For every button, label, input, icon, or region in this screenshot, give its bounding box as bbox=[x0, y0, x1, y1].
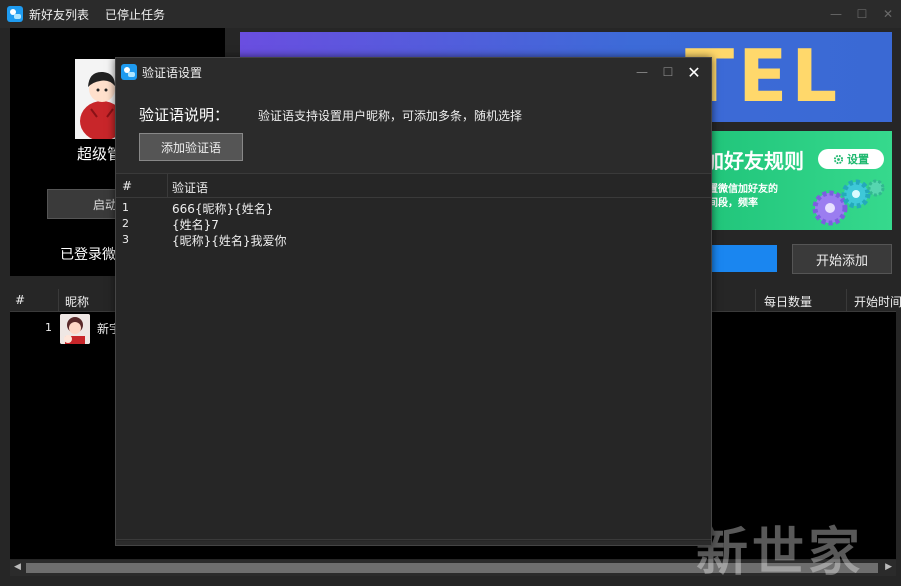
window-title: 新好友列表 bbox=[29, 7, 90, 22]
dialog-close-button[interactable]: ✕ bbox=[681, 58, 707, 86]
column-header-num[interactable]: # bbox=[15, 293, 25, 307]
dialog-title: 验证语设置 bbox=[142, 65, 203, 80]
scroll-right-icon[interactable]: ▶ bbox=[885, 562, 892, 572]
column-header-start-time[interactable]: 开始时间 bbox=[854, 293, 901, 310]
dialog-footer-divider bbox=[116, 539, 711, 545]
dialog-maximize-button[interactable]: ☐ bbox=[655, 58, 681, 86]
row-message: {昵称}{姓名}我爱你 bbox=[172, 234, 287, 248]
column-header-message[interactable]: 验证语 bbox=[172, 179, 208, 196]
description-label: 验证语说明： bbox=[139, 106, 230, 124]
gears-illustration-icon bbox=[812, 179, 885, 226]
watermark: 新世家 bbox=[696, 523, 865, 583]
dialog-title-bar: 验证语设置 — ☐ ✕ bbox=[116, 58, 711, 86]
settings-button[interactable]: 设置 bbox=[818, 149, 884, 169]
table-row[interactable]: 2 {姓名}7 bbox=[116, 216, 711, 232]
verification-message-dialog: 验证语设置 — ☐ ✕ 验证语说明： 验证语支持设置用户昵称，可添加多条，随机选… bbox=[115, 57, 712, 546]
row-message: 666{昵称}{姓名} bbox=[172, 202, 274, 216]
dialog-minimize-button[interactable]: — bbox=[629, 58, 655, 86]
banner-subtitle-1: 置微信加好友的 bbox=[708, 184, 778, 195]
minimize-button[interactable]: — bbox=[823, 0, 849, 28]
banner-title: 加好友规则 bbox=[704, 149, 804, 173]
add-verification-button[interactable]: 添加验证语 bbox=[139, 133, 243, 161]
gear-icon bbox=[833, 154, 844, 164]
avatar bbox=[60, 314, 90, 344]
title-bar: 新好友列表 已停止任务 — ☐ ✕ bbox=[0, 0, 901, 28]
start-add-button[interactable]: 开始添加 bbox=[792, 244, 892, 274]
blue-action-button[interactable] bbox=[705, 245, 777, 272]
app-logo-icon bbox=[121, 64, 137, 80]
row-number: 2 bbox=[122, 217, 129, 230]
column-header-num[interactable]: # bbox=[122, 179, 132, 193]
description-text: 验证语支持设置用户昵称，可添加多条，随机选择 bbox=[258, 109, 523, 123]
scroll-left-icon[interactable]: ◀ bbox=[14, 562, 21, 572]
maximize-button[interactable]: ☐ bbox=[849, 0, 875, 28]
settings-button-label: 设置 bbox=[847, 153, 869, 166]
column-header-daily-count[interactable]: 每日数量 bbox=[764, 293, 812, 310]
table-row[interactable]: 3 {昵称}{姓名}我爱你 bbox=[116, 232, 711, 248]
main-window: 新好友列表 已停止任务 — ☐ ✕ 超级管 启动 已登录微 TEL 加好友规则 … bbox=[0, 0, 901, 586]
add-friend-rules-banner[interactable]: 加好友规则 置微信加好友的 间段，频率 设置 bbox=[700, 131, 892, 230]
banner-subtitle-2: 间段，频率 bbox=[708, 198, 758, 209]
table-row[interactable]: 1 666{昵称}{姓名} bbox=[116, 200, 711, 216]
row-message: {姓名}7 bbox=[172, 218, 219, 232]
task-status: 已停止任务 bbox=[105, 7, 166, 22]
app-logo-icon bbox=[7, 6, 23, 22]
table-header: # 验证语 bbox=[116, 174, 711, 198]
login-status: 已登录微 bbox=[60, 247, 116, 263]
verification-table: # 验证语 1 666{昵称}{姓名} 2 {姓名}7 3 {昵称}{姓名}我爱… bbox=[116, 173, 711, 541]
column-header-nickname[interactable]: 昵称 bbox=[65, 293, 89, 310]
row-number: 1 bbox=[122, 201, 129, 214]
row-number: 3 bbox=[122, 233, 129, 246]
row-number: 1 bbox=[45, 321, 52, 334]
close-button[interactable]: ✕ bbox=[875, 0, 901, 28]
